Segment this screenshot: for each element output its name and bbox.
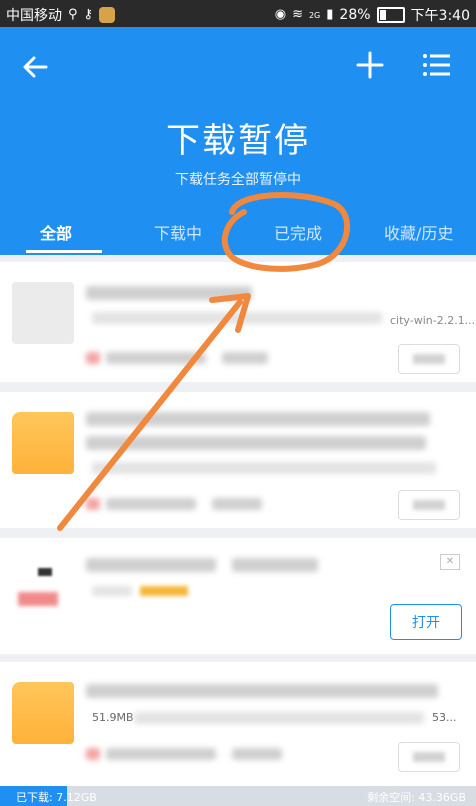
blurred-meta bbox=[222, 352, 268, 364]
key-icon: ⚷ bbox=[83, 7, 94, 22]
blurred-filename bbox=[86, 684, 438, 698]
battery-icon bbox=[376, 7, 405, 23]
item-action-button[interactable] bbox=[398, 490, 460, 520]
blurred-filename bbox=[86, 286, 252, 300]
blurred-filename bbox=[86, 412, 430, 426]
storage-used-label: 已下载: 7.12GB bbox=[16, 791, 97, 804]
blurred-path bbox=[134, 712, 424, 724]
back-arrow-icon[interactable] bbox=[18, 49, 54, 85]
carrier-name: 中国移动 bbox=[6, 8, 62, 24]
path-fragment: 53... bbox=[432, 711, 457, 724]
blurred-path bbox=[92, 312, 382, 324]
file-thumbnail bbox=[12, 282, 74, 344]
blurred-meta bbox=[106, 352, 206, 364]
storage-free-label: 剩余空间: 43.36GB bbox=[367, 791, 466, 804]
plus-icon[interactable] bbox=[354, 49, 386, 81]
blurred-meta bbox=[106, 498, 196, 510]
source-icon bbox=[86, 748, 100, 760]
eye-icon: ◉ bbox=[274, 7, 287, 22]
clock: 下午3:40 bbox=[410, 8, 470, 24]
blurred-filename bbox=[86, 436, 426, 450]
folder-icon bbox=[12, 412, 74, 474]
list-item[interactable]: city-win-2.2.1... bbox=[0, 262, 476, 382]
blurred-rating-label bbox=[92, 586, 132, 596]
tab-all[interactable]: 全部 bbox=[40, 220, 72, 244]
blurred-app-name bbox=[86, 558, 216, 572]
app-header: 下载暂停 下载任务全部暂停中 全部 下载中 已完成 收藏/历史 bbox=[0, 27, 476, 255]
usb-icon: ⚲ bbox=[68, 7, 78, 22]
tab-favorites-history[interactable]: 收藏/历史 bbox=[384, 220, 453, 244]
rating-stars bbox=[140, 586, 188, 596]
ad-list-item[interactable]: ✕ 打开 bbox=[0, 538, 476, 654]
open-button[interactable]: 打开 bbox=[390, 604, 462, 640]
item-action-button[interactable] bbox=[398, 344, 460, 374]
item-action-button[interactable] bbox=[398, 742, 460, 772]
list-item[interactable]: 51.9MB 53... bbox=[0, 662, 476, 786]
tab-bar: 全部 下载中 已完成 收藏/历史 bbox=[0, 212, 476, 253]
page-subtitle: 下载任务全部暂停中 bbox=[175, 172, 301, 188]
source-icon bbox=[86, 498, 100, 510]
page-title: 下载暂停 bbox=[166, 121, 310, 161]
storage-bar: 已下载: 7.12GB 剩余空间: 43.36GB bbox=[0, 786, 476, 806]
tab-completed[interactable]: 已完成 bbox=[274, 220, 322, 244]
list-menu-icon[interactable] bbox=[420, 49, 452, 81]
wifi-icon: ≋ bbox=[292, 7, 303, 22]
status-bar: 中国移动 ⚲ ⚷ ◉ ≋ 2G ▮ 28% 下午3:40 bbox=[0, 0, 476, 27]
blurred-meta bbox=[232, 748, 282, 760]
signal-badge: 2G bbox=[308, 10, 321, 20]
close-icon[interactable]: ✕ bbox=[440, 554, 460, 570]
blurred-meta bbox=[212, 498, 262, 510]
download-list[interactable]: city-win-2.2.1... ✕ 打开 51.9MB 53... bbox=[0, 256, 476, 786]
blurred-meta bbox=[106, 748, 216, 760]
path-fragment: city-win-2.2.1... bbox=[390, 314, 476, 327]
blurred-path bbox=[92, 462, 436, 474]
folder-icon bbox=[12, 682, 74, 744]
blurred-app-name bbox=[232, 558, 318, 572]
battery-percent: 28% bbox=[339, 7, 371, 23]
signal-icon: ▮ bbox=[326, 7, 334, 22]
app-notification-icon bbox=[99, 7, 116, 23]
tab-downloading[interactable]: 下载中 bbox=[154, 220, 202, 244]
active-tab-indicator bbox=[26, 250, 102, 253]
source-icon bbox=[86, 352, 100, 364]
file-size: 51.9MB bbox=[92, 711, 134, 724]
jd-app-icon bbox=[12, 558, 74, 620]
list-item[interactable] bbox=[0, 392, 476, 528]
